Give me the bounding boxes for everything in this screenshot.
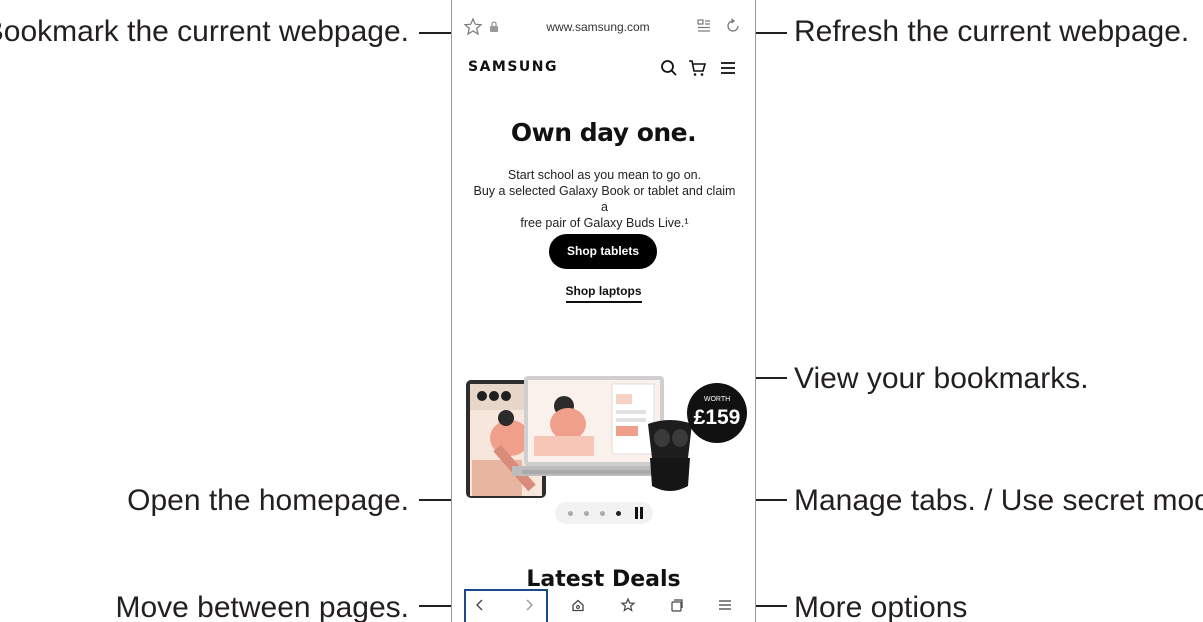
address-bar[interactable]: www.samsung.com bbox=[452, 12, 755, 42]
browser-toolbar bbox=[452, 587, 755, 622]
callout-view-bookmarks: View your bookmarks. bbox=[794, 362, 1089, 395]
lock-icon bbox=[490, 21, 498, 32]
forward-icon[interactable] bbox=[521, 597, 537, 613]
promo-line: free pair of Galaxy Buds Live.¹ bbox=[520, 216, 689, 230]
carousel-dot[interactable] bbox=[600, 511, 605, 516]
url-text[interactable]: www.samsung.com bbox=[508, 20, 688, 34]
promo-line: Buy a selected Galaxy Book or tablet and… bbox=[473, 184, 736, 214]
site-header: SAMSUNG bbox=[452, 54, 755, 84]
carousel-dot[interactable] bbox=[584, 511, 589, 516]
menu-icon[interactable] bbox=[718, 58, 738, 78]
refresh-icon[interactable] bbox=[724, 17, 742, 35]
bookmark-star-icon[interactable] bbox=[463, 17, 483, 37]
home-icon[interactable] bbox=[570, 597, 586, 613]
callout-bookmark-current: Bookmark the current webpage. bbox=[0, 15, 409, 48]
carousel-dot-active[interactable] bbox=[616, 511, 621, 516]
search-icon[interactable] bbox=[659, 58, 679, 78]
samsung-logo[interactable]: SAMSUNG bbox=[468, 59, 558, 75]
page-headline: Own day one. bbox=[510, 118, 697, 147]
promo-text: Start school as you mean to go on. Buy a… bbox=[472, 167, 737, 231]
carousel-indicator[interactable] bbox=[555, 502, 653, 524]
price-badge-amount: £159 bbox=[694, 406, 741, 429]
callout-move-pages: Move between pages. bbox=[115, 591, 409, 622]
back-icon[interactable] bbox=[472, 597, 488, 613]
promo-line: Start school as you mean to go on. bbox=[507, 168, 702, 182]
callout-open-home: Open the homepage. bbox=[127, 484, 409, 517]
pause-icon[interactable] bbox=[633, 507, 645, 519]
shop-laptops-link[interactable]: Shop laptops bbox=[452, 284, 755, 303]
tabs-icon[interactable] bbox=[669, 597, 685, 613]
reader-mode-icon[interactable] bbox=[696, 18, 712, 34]
callout-refresh: Refresh the current webpage. bbox=[794, 15, 1190, 48]
more-options-icon[interactable] bbox=[717, 597, 733, 613]
browser-screen: www.samsung.com SAMSUNG Own day one. Sta… bbox=[451, 0, 756, 622]
cart-icon[interactable] bbox=[687, 58, 707, 78]
callout-more-options: More options bbox=[794, 591, 968, 622]
price-badge-caption: WORTH bbox=[704, 396, 730, 403]
product-hero-image[interactable]: WORTH £159 bbox=[452, 368, 756, 498]
callout-manage-tabs: Manage tabs. / Use secret mode. bbox=[794, 484, 1203, 517]
shop-laptops-label: Shop laptops bbox=[565, 284, 642, 303]
carousel-dot[interactable] bbox=[568, 511, 573, 516]
bookmarks-icon[interactable] bbox=[620, 597, 636, 613]
shop-tablets-button[interactable]: Shop tablets bbox=[549, 234, 657, 269]
